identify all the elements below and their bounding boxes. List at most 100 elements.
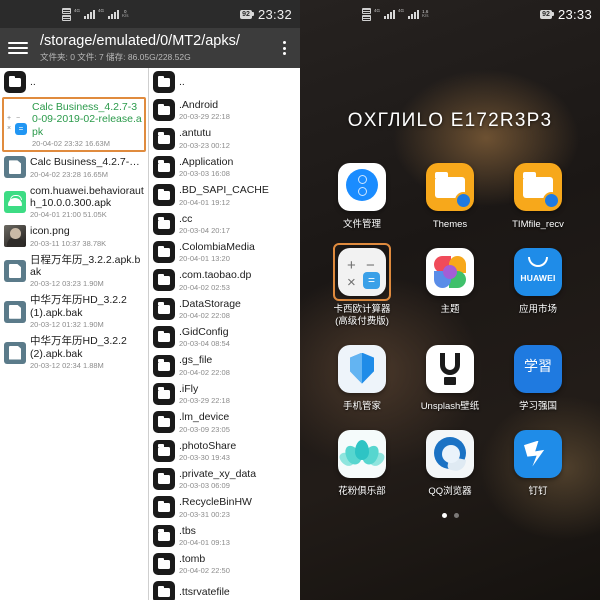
file-name: com.huawei.behaviorauth_10.0.0.300.apk xyxy=(30,184,144,209)
file-row[interactable]: .BD_SAPI_CACHE 20-04-01 19:12 xyxy=(149,181,300,209)
file-meta: .tomb 20-04-02 22:50 xyxy=(179,553,297,575)
file-row[interactable]: 中华万年历HD_3.2.2 (2).apk.bak 20-03-12 02:34 … xyxy=(0,332,148,373)
file-row-selected[interactable]: + − × = Calc Business_4.2.7-30-09-2019-02-re… xyxy=(2,97,146,153)
file-date: 20-03-04 20:17 xyxy=(179,225,230,235)
page-dot[interactable] xyxy=(441,513,447,518)
file-row[interactable]: .Android 20-03-29 22:18 xyxy=(149,96,300,124)
file-row[interactable]: .lm_device 20-03-09 23:05 xyxy=(149,408,300,436)
app-calculator[interactable]: + − × = 卡西欧计算器 (高级付费版) xyxy=(318,242,406,328)
folder-icon xyxy=(4,71,26,93)
battery-percent: 92 xyxy=(540,9,552,19)
file-row[interactable]: icon.png 20-03-11 10:37 38.78K xyxy=(0,222,148,250)
file-meta: Calc Business_4.2.7-30-09...20-04-02 23:… xyxy=(30,156,145,178)
file-row[interactable]: Calc Business_4.2.7-30-09...20-04-02 23:… xyxy=(0,153,148,181)
app-theme-swirl[interactable]: 主题 xyxy=(406,245,494,328)
file-row[interactable]: 中华万年历HD_3.2.2 (1).apk.bak 20-03-12 01:32 … xyxy=(0,291,148,332)
theme-swirl-icon[interactable] xyxy=(423,245,477,299)
file-meta: .antutu 20-03-23 00:12 xyxy=(179,127,297,149)
folder-icon xyxy=(153,581,175,600)
app-label: Themes xyxy=(432,219,468,230)
huawei-appgallery-icon[interactable]: HUAWEI xyxy=(511,245,565,299)
kebab-menu-icon[interactable] xyxy=(276,41,292,55)
file-date: 20-04-01 09:13 xyxy=(179,538,230,547)
app-file-manager[interactable]: 文件管理 xyxy=(318,160,406,231)
status-bar-icons: 4G 4G 1.6 K/s xyxy=(362,7,429,21)
file-row[interactable]: .. xyxy=(0,68,148,96)
file-row[interactable]: 日程万年历_3.2.2.apk.bak 20-03-12 03:23 1.90M xyxy=(0,251,148,292)
file-name: .GidConfig xyxy=(179,326,229,338)
timfile-folder-icon[interactable] xyxy=(511,160,565,214)
speed-unit: K/s xyxy=(422,13,429,18)
signal-bars-1 xyxy=(384,9,396,19)
file-list-left[interactable]: .. + − × = Calc Business_4.2.7-30-09-2019-02-… xyxy=(0,68,149,600)
app-qq-browser[interactable]: QQ浏览器 xyxy=(406,427,494,498)
file-name: .DataStorage xyxy=(179,297,241,310)
calculator-icon[interactable]: + − × = xyxy=(333,242,391,301)
file-date: 20-04-02 22:08 xyxy=(179,367,230,377)
file-row[interactable]: .DataStorage 20-04-02 22:08 xyxy=(149,295,300,323)
network-label-1: 4G xyxy=(374,7,381,13)
file-date: 20-03-29 22:18 xyxy=(179,112,230,122)
themes-folder-icon[interactable] xyxy=(423,160,477,214)
document-icon xyxy=(4,341,26,364)
network-speed-indicator: 1.6 K/s xyxy=(422,9,429,19)
file-row[interactable]: .tbs 20-04-01 09:13 xyxy=(149,522,300,550)
file-date: 20-03-03 16:08 xyxy=(179,169,230,179)
file-list-right[interactable]: .. .Android 20-03-29 22:18 .antutu 20-03-23 … xyxy=(149,68,300,600)
file-date: 20-03-12 03:23 1.90M xyxy=(30,279,104,289)
app-xuexi[interactable]: 学習 学习强国 xyxy=(494,342,582,413)
file-row[interactable]: .com.taobao.dp 20-04-02 02:53 xyxy=(149,266,300,294)
file-row[interactable]: .iFly 20-03-29 22:18 xyxy=(149,380,300,408)
app-lotus[interactable]: 花粉俱乐部 xyxy=(318,427,406,498)
app-huawei-appgallery[interactable]: HUAWEI 应用市场 xyxy=(494,245,582,328)
app-label: TIMfile_recv xyxy=(512,219,564,230)
file-name: .Android xyxy=(179,99,219,111)
app-label: 花粉俱乐部 xyxy=(338,485,386,497)
file-row[interactable]: com.huawei.behaviorauth_10.0.0.300.apk 20… xyxy=(0,182,148,223)
file-row[interactable]: .RecycleBinHW 20-03-31 00:23 xyxy=(149,493,300,521)
file-meta: 日程万年历_3.2.2.apk.bak 20-03-12 03:23 1.90M xyxy=(30,254,145,289)
app-unsplash[interactable]: Unsplash壁纸 xyxy=(406,342,494,413)
dingtalk-icon[interactable] xyxy=(511,427,565,481)
status-bar-icons: 4G 4G 0 K/s xyxy=(62,7,129,21)
status-bar-left: 4G 4G 0 K/s 92 23:32 xyxy=(0,0,300,28)
app-dingtalk[interactable]: 钉钉 xyxy=(494,427,582,498)
app-themes-folder[interactable]: Themes xyxy=(406,160,494,231)
file-date: 20-03-09 23:05 xyxy=(179,424,230,434)
file-meta: .ttsrvatefile xyxy=(179,586,297,598)
lotus-icon[interactable] xyxy=(335,427,389,481)
file-row[interactable]: .ColombiaMedia 20-04-01 13:20 xyxy=(149,238,300,266)
file-name: .BD_SAPI_CACHE xyxy=(179,184,269,197)
hamburger-icon[interactable] xyxy=(8,42,28,54)
current-path[interactable]: /storage/emulated/0/MT2/apks/ xyxy=(40,33,276,50)
file-name: .iFly xyxy=(179,382,199,395)
page-dot[interactable] xyxy=(453,513,459,518)
dual-pane-browser: .. + − × = Calc Business_4.2.7-30-09-2019-02-… xyxy=(0,68,300,600)
unsplash-icon[interactable] xyxy=(423,342,477,396)
file-row[interactable]: .antutu 20-03-23 00:12 xyxy=(149,124,300,152)
document-icon xyxy=(4,300,26,323)
file-row[interactable]: .Application 20-03-03 16:08 xyxy=(149,153,300,181)
xuexi-icon[interactable]: 学習 xyxy=(511,342,565,396)
file-row[interactable]: .gs_file 20-04-02 22:08 xyxy=(149,351,300,379)
file-name: .ColombiaMedia xyxy=(179,240,255,253)
file-manager-icon[interactable] xyxy=(335,160,389,214)
file-row[interactable]: .tomb 20-04-02 22:50 xyxy=(149,550,300,578)
folder-icon xyxy=(153,184,175,207)
qq-browser-icon[interactable] xyxy=(423,427,477,481)
file-row[interactable]: .photoShare 20-03-30 19:43 xyxy=(149,437,300,465)
app-timfile-folder[interactable]: TIMfile_recv xyxy=(494,160,582,231)
file-row[interactable]: .GidConfig 20-03-04 08:54 xyxy=(149,323,300,351)
file-row[interactable]: .. xyxy=(149,68,300,96)
file-row[interactable]: .ttsrvatefile xyxy=(149,578,300,600)
page-indicator[interactable] xyxy=(300,513,600,518)
shield-icon[interactable] xyxy=(335,342,389,396)
file-date: 20-04-02 02:53 xyxy=(179,282,230,292)
file-name: Calc Business_4.2.7-30-09... xyxy=(30,156,145,169)
file-date: 20-04-02 23:32 16.63M xyxy=(32,139,110,149)
app-shield[interactable]: 手机管家 xyxy=(318,342,406,413)
file-row[interactable]: .private_xy_data 20-03-03 06:09 xyxy=(149,465,300,493)
file-meta: .BD_SAPI_CACHE 20-04-01 19:12 xyxy=(179,184,297,206)
file-row[interactable]: .cc 20-03-04 20:17 xyxy=(149,210,300,238)
file-meta: .lm_device 20-03-09 23:05 xyxy=(179,411,297,433)
